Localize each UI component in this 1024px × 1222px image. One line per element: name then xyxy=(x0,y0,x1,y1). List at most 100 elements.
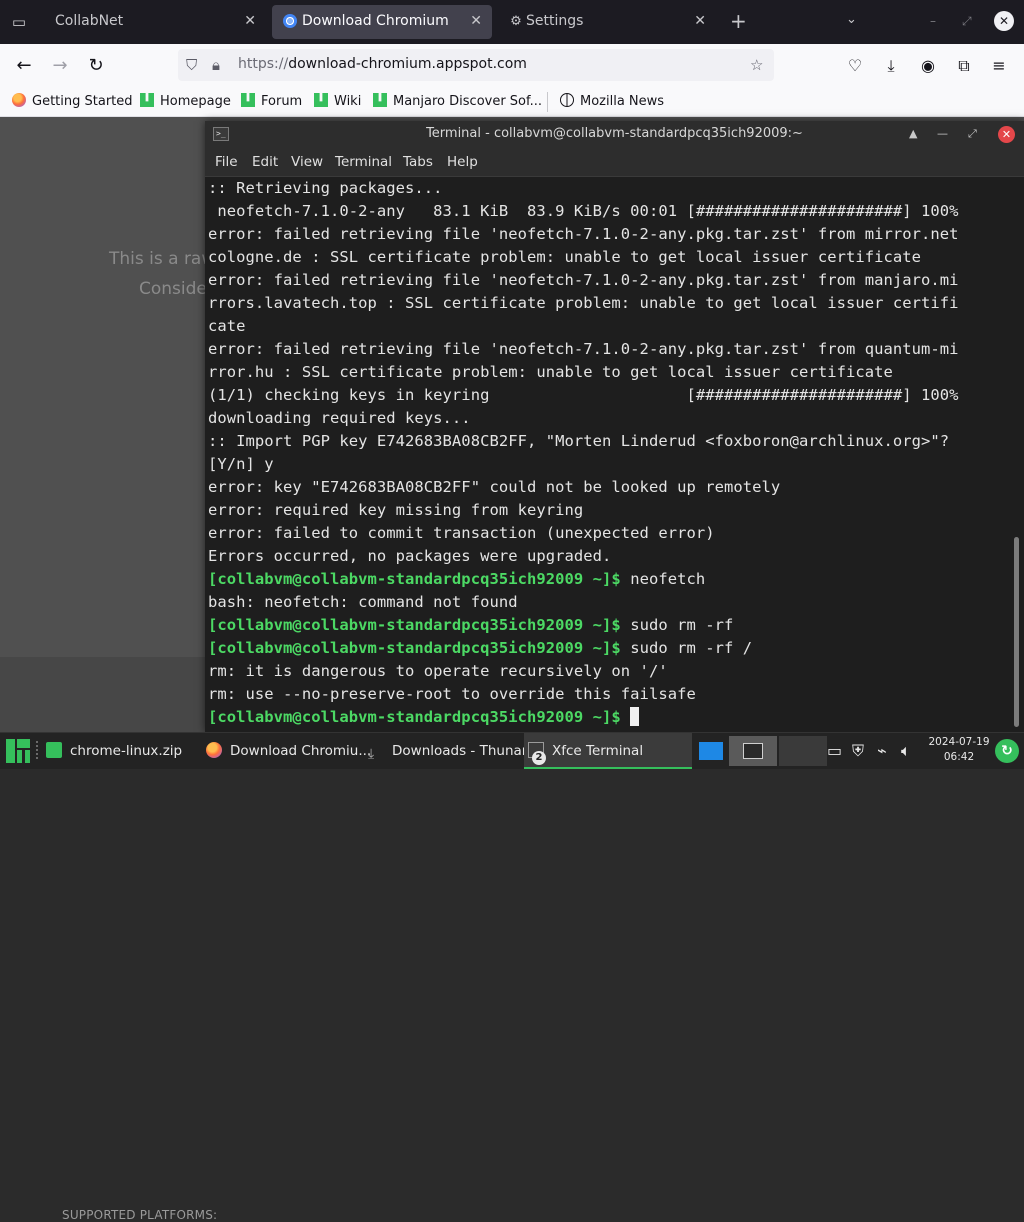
taskbar-label: chrome-linux.zip xyxy=(70,743,183,759)
terminal-prompt-line: [collabvm@collabvm-standardpcq35ich92009… xyxy=(208,637,1008,660)
shade-icon[interactable]: ▲ xyxy=(909,126,917,142)
volume-icon[interactable]: 🔈︎ xyxy=(901,742,911,760)
terminal-scrollbar[interactable] xyxy=(1012,177,1022,732)
bookmark-label: Mozilla News xyxy=(580,94,665,109)
chevron-down-icon[interactable]: ⌄ xyxy=(846,12,857,27)
line-text: error: failed retrieving file 'neofetch-… xyxy=(208,340,959,358)
terminal-output-line: cologne.de : SSL certificate problem: un… xyxy=(208,246,1008,269)
minimize-icon[interactable]: – xyxy=(930,14,936,28)
shield-icon[interactable]: ⛉ xyxy=(186,55,197,75)
tab-collabnet[interactable]: CollabNet ✕ xyxy=(40,5,266,39)
taskbar-item-chrome-zip[interactable]: chrome-linux.zip xyxy=(46,733,196,769)
shell-prompt: [collabvm@collabvm-standardpcq35ich92009… xyxy=(208,616,621,634)
scrollbar-thumb[interactable] xyxy=(1014,537,1019,727)
lock-icon[interactable]: 🔒︎ xyxy=(212,55,220,75)
paperclip-icon[interactable]: ⌁ xyxy=(877,742,887,760)
tab-settings[interactable]: ⚙ Settings ✕ xyxy=(498,5,716,39)
menu-edit[interactable]: Edit xyxy=(252,154,278,170)
account-icon[interactable]: ◉ xyxy=(917,55,939,77)
terminal-output-line: :: Import PGP key E742683BA08CB2FF, "Mor… xyxy=(208,430,1008,453)
line-text: error: failed retrieving file 'neofetch-… xyxy=(208,271,959,289)
reload-icon[interactable]: ↻ xyxy=(84,55,108,77)
page-notice-text-2: Conside xyxy=(139,279,207,299)
tab-close-icon[interactable]: ✕ xyxy=(470,13,482,29)
line-text: (1/1) checking keys in keyring [########… xyxy=(208,386,959,404)
workspace-1[interactable] xyxy=(697,736,727,766)
terminal-lines: :: Retrieving packages... neofetch-7.1.0… xyxy=(208,177,1008,729)
line-text: rm: use --no-preserve-root to override t… xyxy=(208,685,696,703)
line-text xyxy=(621,708,630,726)
line-text: bash: neofetch: command not found xyxy=(208,593,518,611)
close-icon[interactable]: ✕ xyxy=(998,126,1015,143)
text-cursor xyxy=(630,707,640,726)
taskbar-item-thunar[interactable]: ⤓ Downloads - Thunar xyxy=(368,733,527,769)
close-window-icon[interactable]: ✕ xyxy=(994,11,1014,31)
bookmark-getting-started[interactable]: Getting Started xyxy=(12,92,133,112)
terminal-output-line: rrors.lavatech.top : SSL certificate pro… xyxy=(208,292,1008,315)
pocket-icon[interactable]: ♡ xyxy=(844,55,866,77)
update-notifier-icon[interactable]: ↻ xyxy=(995,739,1019,763)
firefox-icon xyxy=(12,93,26,107)
navigation-toolbar: ← → ↻ ⛉ 🔒︎ https://download-chromium.app… xyxy=(0,44,1024,88)
tab-close-icon[interactable]: ✕ xyxy=(694,13,706,29)
shell-prompt: [collabvm@collabvm-standardpcq35ich92009… xyxy=(208,708,621,726)
bookmark-label: Forum xyxy=(261,94,303,109)
terminal-output-line: rm: use --no-preserve-root to override t… xyxy=(208,683,1008,706)
forward-arrow-icon[interactable]: → xyxy=(48,55,72,77)
tab-close-icon[interactable]: ✕ xyxy=(244,13,256,29)
line-text: error: failed retrieving file 'neofetch-… xyxy=(208,225,959,243)
bookmark-manjaro-discover[interactable]: Manjaro Discover Sof... xyxy=(373,92,542,112)
download-folder-icon: ⤓ xyxy=(368,746,375,762)
menu-terminal[interactable]: Terminal xyxy=(335,154,392,170)
workspace-2[interactable] xyxy=(729,736,777,766)
bookmark-mozilla-news[interactable]: Mozilla News xyxy=(560,92,664,112)
new-tab-plus-icon[interactable]: + xyxy=(730,11,747,31)
menu-tabs[interactable]: Tabs xyxy=(403,154,433,170)
terminal-window[interactable]: >_ Terminal - collabvm@collabvm-standard… xyxy=(205,121,1024,732)
bookmark-forum[interactable]: Forum xyxy=(241,92,302,112)
extensions-icon[interactable]: ⧉ xyxy=(953,55,975,77)
tab-label: CollabNet xyxy=(55,13,124,29)
terminal-prompt-line: [collabvm@collabvm-standardpcq35ich92009… xyxy=(208,614,1008,637)
manjaro-menu-icon[interactable] xyxy=(6,739,30,763)
workspace-3[interactable] xyxy=(779,736,827,766)
back-arrow-icon[interactable]: ← xyxy=(12,55,36,77)
menu-view[interactable]: View xyxy=(291,154,323,170)
clock[interactable]: 2024-07-19 06:42 xyxy=(927,735,991,765)
taskbar-item-xfce-terminal[interactable]: Xfce Terminal xyxy=(524,733,692,769)
minimize-icon[interactable]: — xyxy=(937,126,948,142)
maximize-icon[interactable]: ⤢ xyxy=(962,14,972,29)
bookmark-star-icon[interactable]: ☆ xyxy=(750,55,763,75)
display-icon[interactable]: ▭ xyxy=(827,742,842,760)
line-text: cologne.de : SSL certificate problem: un… xyxy=(208,248,922,266)
taskbar-separator xyxy=(36,741,38,761)
terminal-prompt-line: [collabvm@collabvm-standardpcq35ich92009… xyxy=(208,706,1008,729)
terminal-output-line: (1/1) checking keys in keyring [########… xyxy=(208,384,1008,407)
terminal-output[interactable]: :: Retrieving packages... neofetch-7.1.0… xyxy=(205,177,1024,732)
maximize-icon[interactable]: ⤢ xyxy=(968,126,977,142)
line-text: sudo rm -rf xyxy=(620,616,734,634)
bookmark-wiki[interactable]: Wiki xyxy=(314,92,361,112)
chromium-icon xyxy=(282,14,298,30)
terminal-output-line: :: Retrieving packages... xyxy=(208,177,1008,200)
taskbar-item-firefox[interactable]: Download Chromiu... xyxy=(206,733,371,769)
terminal-titlebar[interactable]: >_ Terminal - collabvm@collabvm-standard… xyxy=(205,121,1024,148)
tab-download-chromium[interactable]: Download Chromium ✕ xyxy=(272,5,492,39)
clock-time: 06:42 xyxy=(943,751,975,763)
tab-label: Settings xyxy=(526,13,584,29)
url-text[interactable]: https://download-chromium.appspot.com xyxy=(238,56,527,72)
bookmark-homepage[interactable]: Homepage xyxy=(140,92,231,112)
security-shield-icon[interactable]: ⛨ xyxy=(852,742,864,760)
menu-help[interactable]: Help xyxy=(447,154,478,170)
menu-file[interactable]: File xyxy=(215,154,238,170)
tab-label: Download Chromium xyxy=(302,13,449,29)
globe-icon xyxy=(560,93,574,107)
line-text: neofetch xyxy=(620,570,706,588)
line-text: downloading required keys... xyxy=(208,409,471,427)
download-icon[interactable]: ⤓ xyxy=(880,55,902,77)
terminal-prompt-line: [collabvm@collabvm-standardpcq35ich92009… xyxy=(208,568,1008,591)
bookmark-separator xyxy=(547,92,548,112)
menu-hamburger-icon[interactable]: ≡ xyxy=(988,55,1010,77)
address-bar[interactable]: ⛉ 🔒︎ https://download-chromium.appspot.c… xyxy=(178,49,774,81)
tab-overview-icon[interactable]: ▭ xyxy=(8,11,30,33)
